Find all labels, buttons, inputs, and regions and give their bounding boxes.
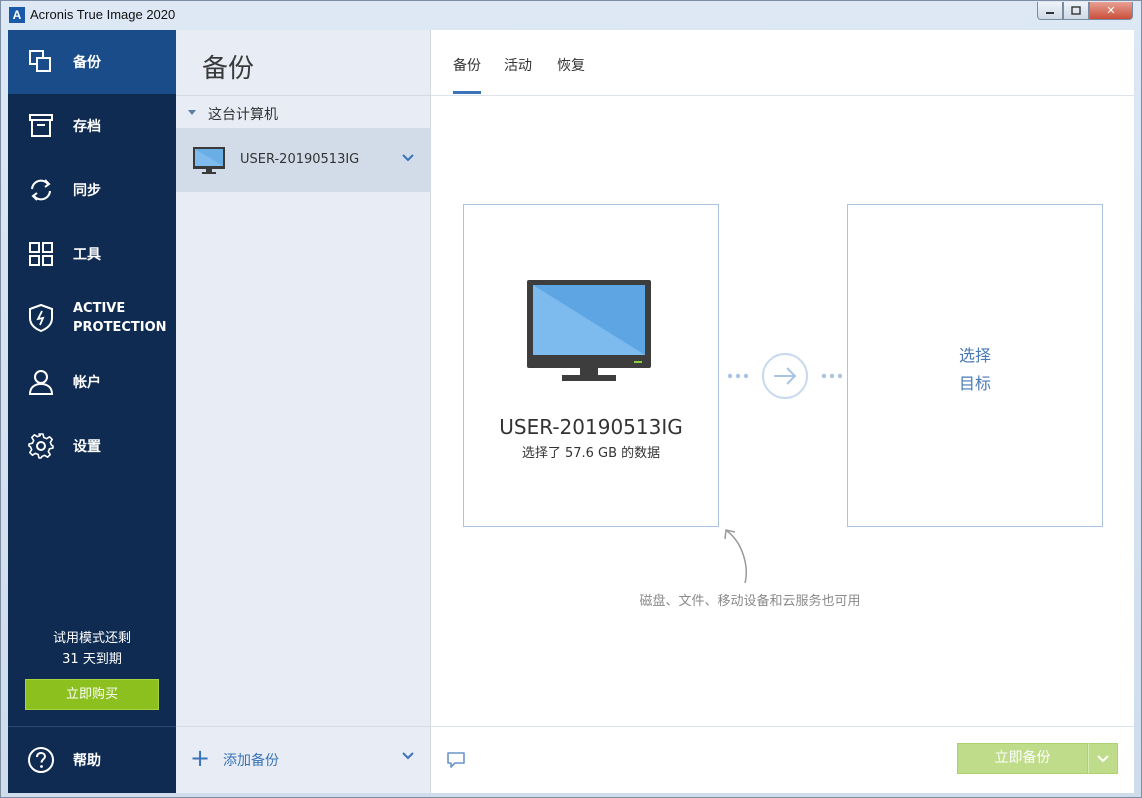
backup-source-box[interactable]: USER-20190513IG 选择了 57.6 GB 的数据 [463,204,719,527]
tab-activity[interactable]: 活动 [504,55,532,75]
copy-icon [29,50,51,72]
sync-icon [31,179,51,201]
help-icon [28,747,54,773]
trial-line-2: 31 天到期 [62,652,122,667]
title-bar[interactable]: A Acronis True Image 2020 ✕ [1,1,1141,30]
group-this-computer[interactable]: 这台计算机 [208,104,278,124]
acronis-logo-icon: A [9,7,25,23]
panel-bottom-divider [176,726,431,727]
footer-divider [431,726,1134,727]
window-title: Acronis True Image 2020 [30,7,176,22]
nav-item-backup[interactable]: 备份 [8,30,176,94]
app-client-area: 备份 存档 同步 工具 ACTIVE PROTECTION 帐户 设置 试用模式… [8,30,1134,793]
main-navigation: 备份 存档 同步 工具 ACTIVE PROTECTION 帐户 设置 试用模式… [8,30,176,793]
source-machine-name: USER-20190513IG [499,415,683,439]
panel-title: 备份 [202,54,255,84]
backup-list-panel: 备份 这台计算机 USER-20190513IG + 添加备份 [176,30,431,793]
nav-item-active-protection[interactable]: ACTIVE PROTECTION [8,286,176,350]
hint-curved-arrow-icon [724,529,747,584]
gear-icon [28,433,54,459]
backup-options-dropdown[interactable] [1088,743,1118,774]
user-icon [28,370,54,395]
app-window: A Acronis True Image 2020 ✕ 备份 存档 同步 工具 … [0,0,1142,798]
machine-name: USER-20190513IG [240,152,360,167]
nav-label-sync: 同步 [73,183,101,199]
nav-label-active: ACTIVE [73,301,126,316]
nav-label-help: 帮助 [73,753,101,769]
maximize-button[interactable] [1063,2,1089,20]
grid-icon [29,242,53,266]
destination-line-2: 目标 [958,374,991,393]
add-backup-chevron-icon[interactable] [402,751,414,761]
nav-label-protection: PROTECTION [73,320,167,335]
trial-status: 试用模式还剩 31 天到期 [8,628,176,670]
chevron-down-icon[interactable] [402,153,414,163]
nav-label-archive: 存档 [73,119,101,135]
plus-icon[interactable]: + [190,746,210,770]
backup-item-machine[interactable]: USER-20190513IG [176,128,431,192]
nav-item-tools[interactable]: 工具 [8,222,176,286]
shield-icon [29,303,53,333]
computer-monitor-icon [527,280,651,381]
chevron-down-icon [1097,755,1109,763]
add-backup-button[interactable]: 添加备份 [223,750,279,770]
chat-feedback-icon[interactable] [446,751,466,769]
nav-item-help[interactable]: 帮助 [8,727,176,793]
backup-destination-box[interactable]: 选择 目标 [847,204,1103,527]
monitor-icon [193,147,225,174]
buy-now-button[interactable]: 立即购买 [25,679,159,710]
nav-item-archive[interactable]: 存档 [8,94,176,158]
tab-backup[interactable]: 备份 [453,55,481,75]
collapse-triangle-icon[interactable] [188,110,196,115]
nav-label-tools: 工具 [73,247,101,263]
tab-bar: 备份 活动 恢复 [431,30,1134,96]
nav-item-sync[interactable]: 同步 [8,158,176,222]
nav-label-active-protection: ACTIVE PROTECTION [73,299,167,337]
close-button[interactable]: ✕ [1089,2,1133,20]
panel-divider [176,95,431,96]
arrow-connector-icon [727,353,842,399]
archive-box-icon [29,114,53,137]
nav-item-settings[interactable]: 设置 [8,414,176,478]
nav-label-backup: 备份 [73,55,101,71]
tab-recovery[interactable]: 恢复 [557,55,585,75]
nav-item-account[interactable]: 帐户 [8,350,176,414]
source-data-size: 选择了 57.6 GB 的数据 [521,446,661,461]
active-tab-indicator [453,91,481,94]
nav-label-account: 帐户 [73,375,101,391]
trial-line-1: 试用模式还剩 [52,631,131,646]
destination-line-1: 选择 [958,346,991,365]
backup-detail-panel: 备份 活动 恢复 USER-20190513IG 选择了 57.6 GB 的数据 [431,30,1134,793]
backup-now-button[interactable]: 立即备份 [957,743,1088,774]
minimize-button[interactable] [1037,2,1063,20]
nav-label-settings: 设置 [73,439,101,455]
choose-destination-label: 选择 目标 [848,342,1102,398]
availability-hint: 磁盘、文件、移动设备和云服务也可用 [639,594,861,609]
